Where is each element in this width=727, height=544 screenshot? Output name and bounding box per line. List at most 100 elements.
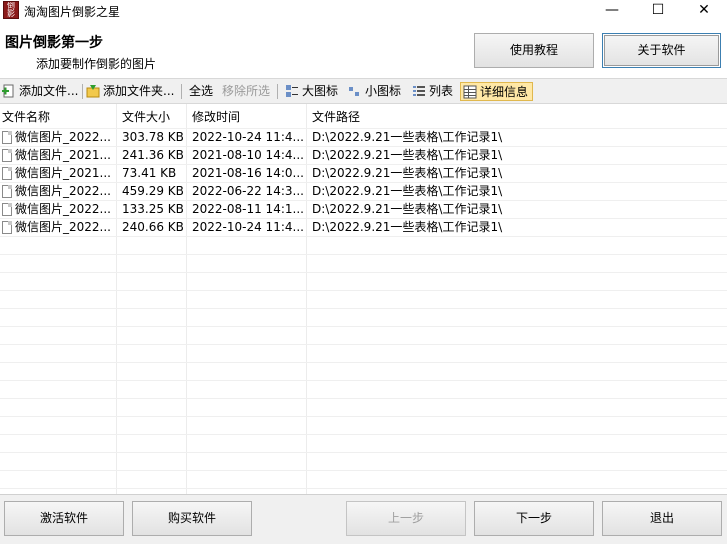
- minimize-button[interactable]: —: [589, 0, 635, 22]
- list-view-button[interactable]: 列表: [412, 82, 453, 101]
- buy-button[interactable]: 购买软件: [132, 501, 252, 536]
- file-name-cell-text: 微信图片_2022...: [15, 202, 111, 216]
- file-modified-cell: 2022-10-24 11:4...: [192, 218, 304, 236]
- row-divider: [0, 470, 727, 471]
- step-subtitle: 添加要制作倒影的图片: [36, 57, 157, 71]
- file-path-cell-text: D:\2022.9.21一些表格\工作记录1\: [312, 202, 503, 216]
- table-row[interactable]: 微信图片_2021... 241.36 KB 2021-08-10 14:4... D…: [0, 146, 727, 164]
- row-divider: [0, 488, 727, 489]
- file-path-cell: D:\2022.9.21一些表格\工作记录1\: [312, 182, 612, 200]
- file-modified-cell-text: 2021-08-16 14:0...: [192, 166, 304, 180]
- column-header-size[interactable]: 文件大小: [120, 104, 186, 128]
- row-divider: [0, 290, 727, 291]
- title-bar: 倒影 淘淘图片倒影之星 — ☐ ✕: [0, 0, 727, 22]
- column-header-name[interactable]: 文件名称: [0, 104, 116, 128]
- select-all-button[interactable]: 全选: [189, 82, 213, 101]
- row-divider: [0, 308, 727, 309]
- file-modified-cell: 2022-08-11 14:1...: [192, 200, 304, 218]
- details-view-label: 详细信息: [480, 85, 529, 99]
- file-icon: [2, 131, 12, 144]
- file-size-cell: 133.25 KB: [122, 200, 184, 218]
- row-divider: [0, 380, 727, 381]
- file-size-cell: 240.66 KB: [122, 218, 184, 236]
- table-row[interactable]: 微信图片_2022... 133.25 KB 2022-08-11 14:1... D…: [0, 200, 727, 218]
- add-folder-button[interactable]: 添加文件夹...: [86, 82, 174, 101]
- minimize-icon: —: [605, 2, 619, 18]
- large-icons-icon: [286, 85, 298, 97]
- file-path-cell: D:\2022.9.21一些表格\工作记录1\: [312, 128, 612, 146]
- row-divider: [0, 236, 727, 237]
- exit-button[interactable]: 退出: [602, 501, 722, 536]
- file-icon: [2, 221, 12, 234]
- file-name-cell: 微信图片_2022...: [2, 128, 114, 146]
- maximize-icon: ☐: [651, 2, 665, 18]
- table-row[interactable]: 微信图片_2022... 303.78 KB 2022-10-24 11:4... D…: [0, 128, 727, 146]
- file-path-cell: D:\2022.9.21一些表格\工作记录1\: [312, 164, 612, 182]
- about-button[interactable]: 关于软件: [602, 33, 721, 68]
- add-file-button[interactable]: 添加文件...: [2, 82, 78, 101]
- file-size-cell: 73.41 KB: [122, 164, 184, 182]
- file-size-cell: 459.29 KB: [122, 182, 184, 200]
- list-view-icon: [413, 86, 425, 96]
- file-modified-cell: 2022-06-22 14:3...: [192, 182, 304, 200]
- details-view-button[interactable]: 详细信息: [460, 82, 534, 101]
- file-size-cell-text: 241.36 KB: [122, 148, 184, 162]
- app-logo-text: 倒影: [7, 1, 15, 18]
- add-file-label: 添加文件...: [19, 84, 79, 98]
- small-icons-button[interactable]: 小图标: [348, 82, 401, 101]
- list-view-label: 列表: [429, 84, 454, 98]
- file-path-cell: D:\2022.9.21一些表格\工作记录1\: [312, 218, 612, 236]
- row-divider: [0, 434, 727, 435]
- large-icons-button[interactable]: 大图标: [285, 82, 338, 101]
- column-header-path[interactable]: 文件路径: [310, 104, 510, 128]
- remove-selected-button[interactable]: 移除所选: [222, 82, 270, 101]
- file-list[interactable]: 文件名称 文件大小 修改时间 文件路径 微信图片_2022... 303.78 K…: [0, 104, 727, 494]
- file-name-cell: 微信图片_2021...: [2, 146, 114, 164]
- toolbar: 添加文件... 添加文件夹... 全选 移除所选 大图标 小图标 列表 详细信息: [0, 78, 727, 104]
- table-row[interactable]: 微信图片_2022... 459.29 KB 2022-06-22 14:3... D…: [0, 182, 727, 200]
- row-divider: [0, 398, 727, 399]
- prev-step-button[interactable]: 上一步: [346, 501, 466, 536]
- toolbar-divider: [82, 84, 83, 99]
- row-divider: [0, 326, 727, 327]
- row-divider: [0, 272, 727, 273]
- window-title: 淘淘图片倒影之星: [24, 5, 121, 19]
- file-path-cell-text: D:\2022.9.21一些表格\工作记录1\: [312, 130, 503, 144]
- file-size-cell-text: 133.25 KB: [122, 202, 184, 216]
- file-icon: [2, 203, 12, 216]
- row-divider: [0, 362, 727, 363]
- row-divider: [0, 344, 727, 345]
- file-icon: [2, 185, 12, 198]
- row-divider: [0, 452, 727, 453]
- maximize-button[interactable]: ☐: [635, 0, 681, 22]
- file-modified-cell-text: 2022-06-22 14:3...: [192, 184, 304, 198]
- file-icon: [2, 149, 12, 162]
- footer-bar: 激活软件 购买软件 上一步 下一步 退出: [0, 494, 727, 544]
- table-row[interactable]: 微信图片_2021... 73.41 KB 2021-08-16 14:0... D:…: [0, 164, 727, 182]
- activate-button[interactable]: 激活软件: [4, 501, 124, 536]
- file-modified-cell-text: 2021-08-10 14:4...: [192, 148, 304, 162]
- tutorial-button[interactable]: 使用教程: [474, 33, 594, 68]
- file-path-cell-text: D:\2022.9.21一些表格\工作记录1\: [312, 220, 503, 234]
- add-folder-label: 添加文件夹...: [103, 84, 175, 98]
- file-icon: [2, 167, 12, 180]
- file-name-cell: 微信图片_2022...: [2, 218, 114, 236]
- close-icon: ✕: [698, 2, 710, 18]
- add-folder-icon: [86, 85, 100, 98]
- file-size-cell-text: 240.66 KB: [122, 220, 184, 234]
- step-title: 图片倒影第一步: [5, 35, 103, 51]
- file-modified-cell: 2021-08-10 14:4...: [192, 146, 304, 164]
- close-button[interactable]: ✕: [681, 0, 727, 22]
- next-step-button[interactable]: 下一步: [474, 501, 594, 536]
- column-header-modified[interactable]: 修改时间: [190, 104, 306, 128]
- file-path-cell-text: D:\2022.9.21一些表格\工作记录1\: [312, 184, 503, 198]
- file-path-cell: D:\2022.9.21一些表格\工作记录1\: [312, 200, 612, 218]
- table-row[interactable]: 微信图片_2022... 240.66 KB 2022-10-24 11:4... D…: [0, 218, 727, 236]
- file-path-cell: D:\2022.9.21一些表格\工作记录1\: [312, 146, 612, 164]
- file-name-cell: 微信图片_2022...: [2, 200, 114, 218]
- file-name-cell-text: 微信图片_2021...: [15, 148, 111, 162]
- file-name-cell-text: 微信图片_2021...: [15, 166, 111, 180]
- file-size-cell-text: 459.29 KB: [122, 184, 184, 198]
- file-path-cell-text: D:\2022.9.21一些表格\工作记录1\: [312, 148, 503, 162]
- file-modified-cell: 2022-10-24 11:4...: [192, 128, 304, 146]
